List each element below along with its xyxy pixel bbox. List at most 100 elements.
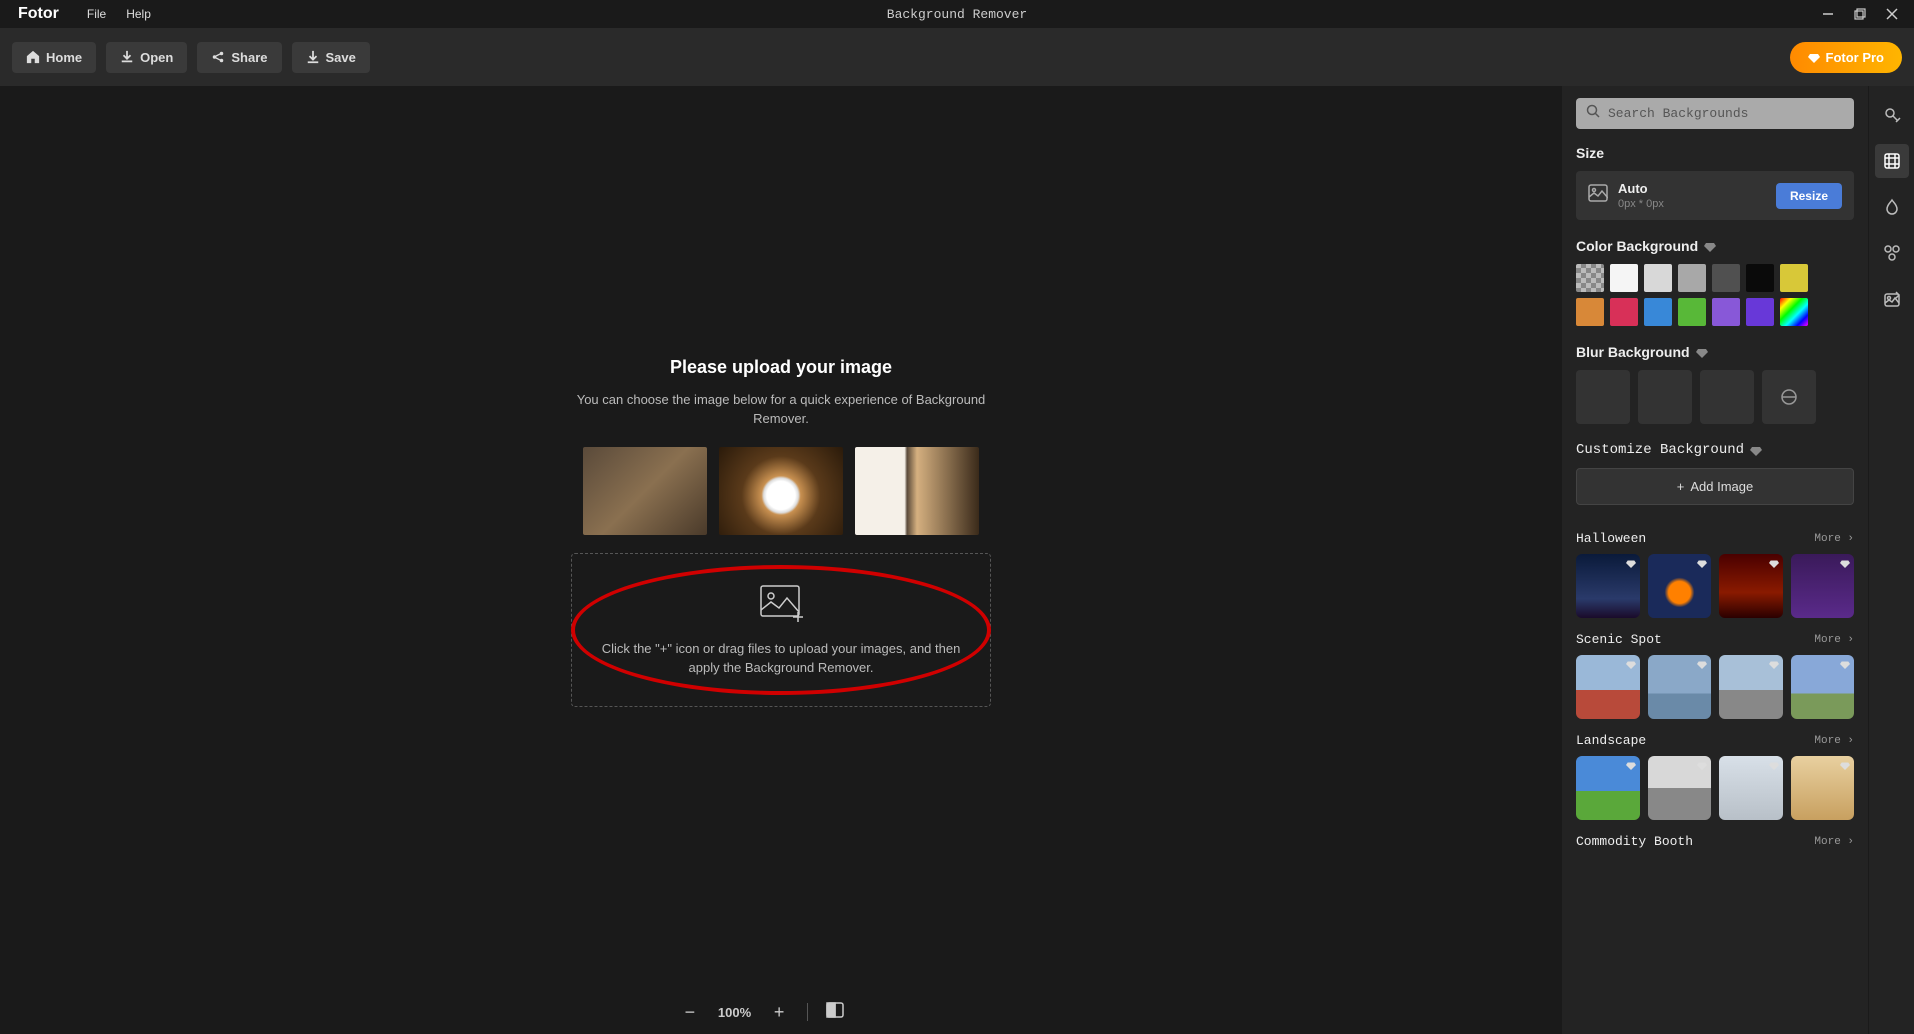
bg-category: Commodity BoothMore › [1576,834,1854,849]
bg-category: Scenic SpotMore › [1576,632,1854,719]
category-more-button[interactable]: More › [1814,836,1854,848]
bg-thumb[interactable] [1648,655,1712,719]
window-controls [1814,3,1914,25]
color-swatch[interactable] [1780,264,1808,292]
fotor-pro-button[interactable]: Fotor Pro [1790,42,1903,73]
blur-preset-1[interactable] [1576,370,1630,424]
color-swatch[interactable] [1610,298,1638,326]
category-thumbs [1576,554,1854,618]
save-label: Save [326,50,356,65]
color-swatch[interactable] [1746,264,1774,292]
add-image-button[interactable]: + Add Image [1576,468,1854,505]
share-button[interactable]: Share [197,42,281,73]
bg-thumb[interactable] [1648,756,1712,820]
color-swatch[interactable] [1644,264,1672,292]
color-swatch[interactable] [1780,298,1808,326]
category-header: Commodity BoothMore › [1576,834,1854,849]
blur-bg-label: Blur Background [1576,344,1854,360]
open-icon [120,50,134,64]
bg-thumb[interactable] [1576,554,1640,618]
bg-thumb[interactable] [1791,655,1855,719]
bottom-bar: − 100% + [0,990,1524,1034]
bg-thumb[interactable] [1576,756,1640,820]
zoom-out-button[interactable]: − [680,1002,700,1023]
diamond-icon [1769,659,1779,672]
diamond-icon [1626,558,1636,571]
zoom-in-button[interactable]: + [769,1002,789,1023]
rail-beauty-button[interactable] [1875,190,1909,224]
color-swatch[interactable] [1712,264,1740,292]
diamond-icon [1696,346,1708,358]
bg-thumb[interactable] [1791,756,1855,820]
sample-image-person[interactable] [583,447,707,535]
search-box[interactable] [1576,98,1854,129]
sample-images [571,447,991,535]
bg-thumb[interactable] [1576,655,1640,719]
dropzone-text: Click the "+" icon or drag files to uplo… [590,639,972,678]
bg-thumb[interactable] [1648,554,1712,618]
menu-file[interactable]: File [77,3,116,25]
category-name: Landscape [1576,733,1646,748]
color-swatch[interactable] [1576,298,1604,326]
close-button[interactable] [1878,3,1906,25]
divider [807,1003,808,1021]
tool-rail [1868,86,1914,1034]
toolbar: Home Open Share Save Fotor Pro [0,28,1914,86]
upload-panel: Please upload your image You can choose … [571,357,991,707]
bg-thumb[interactable] [1791,554,1855,618]
image-plus-icon [590,582,972,627]
image-icon [1588,184,1608,207]
brand-logo: Fotor [0,5,77,23]
customize-bg-label: Customize Background [1576,442,1854,458]
size-dimensions: 0px * 0px [1618,198,1766,210]
category-more-button[interactable]: More › [1814,533,1854,545]
category-header: Scenic SpotMore › [1576,632,1854,647]
rail-elements-button[interactable] [1875,236,1909,270]
home-label: Home [46,50,82,65]
search-input[interactable] [1608,106,1844,121]
bg-thumb[interactable] [1719,655,1783,719]
color-swatch[interactable] [1576,264,1604,292]
compare-button[interactable] [826,1002,844,1023]
bg-thumb[interactable] [1719,554,1783,618]
category-more-button[interactable]: More › [1814,735,1854,747]
menu-help[interactable]: Help [116,3,161,25]
save-button[interactable]: Save [292,42,370,73]
color-swatch[interactable] [1746,298,1774,326]
bg-thumb[interactable] [1719,756,1783,820]
maximize-button[interactable] [1846,3,1874,25]
upload-title: Please upload your image [571,357,991,378]
blur-preset-2[interactable] [1638,370,1692,424]
share-icon [211,50,225,64]
open-button[interactable]: Open [106,42,187,73]
rail-crop-button[interactable] [1875,98,1909,132]
rail-export-button[interactable] [1875,282,1909,316]
share-label: Share [231,50,267,65]
blur-presets [1576,370,1854,424]
bg-category: HalloweenMore › [1576,531,1854,618]
save-icon [306,50,320,64]
color-swatch[interactable] [1610,264,1638,292]
color-swatch[interactable] [1678,298,1706,326]
diamond-icon [1697,659,1707,672]
minimize-button[interactable] [1814,3,1842,25]
diamond-icon [1769,760,1779,773]
rail-background-button[interactable] [1875,144,1909,178]
color-swatch[interactable] [1678,264,1706,292]
category-thumbs [1576,756,1854,820]
upload-dropzone[interactable]: Click the "+" icon or drag files to uplo… [571,553,991,707]
home-button[interactable]: Home [12,42,96,73]
blur-preset-more[interactable] [1762,370,1816,424]
color-swatch[interactable] [1644,298,1672,326]
sample-image-dog[interactable] [855,447,979,535]
resize-button[interactable]: Resize [1776,183,1842,209]
size-box: Auto 0px * 0px Resize [1576,171,1854,220]
category-more-button[interactable]: More › [1814,634,1854,646]
menu-bar: File Help [77,3,161,25]
sample-image-coffee[interactable] [719,447,843,535]
blur-preset-3[interactable] [1700,370,1754,424]
color-bg-label: Color Background [1576,238,1854,254]
size-section-label: Size [1576,145,1854,161]
color-swatch[interactable] [1712,298,1740,326]
canvas-area: Please upload your image You can choose … [0,86,1562,1034]
